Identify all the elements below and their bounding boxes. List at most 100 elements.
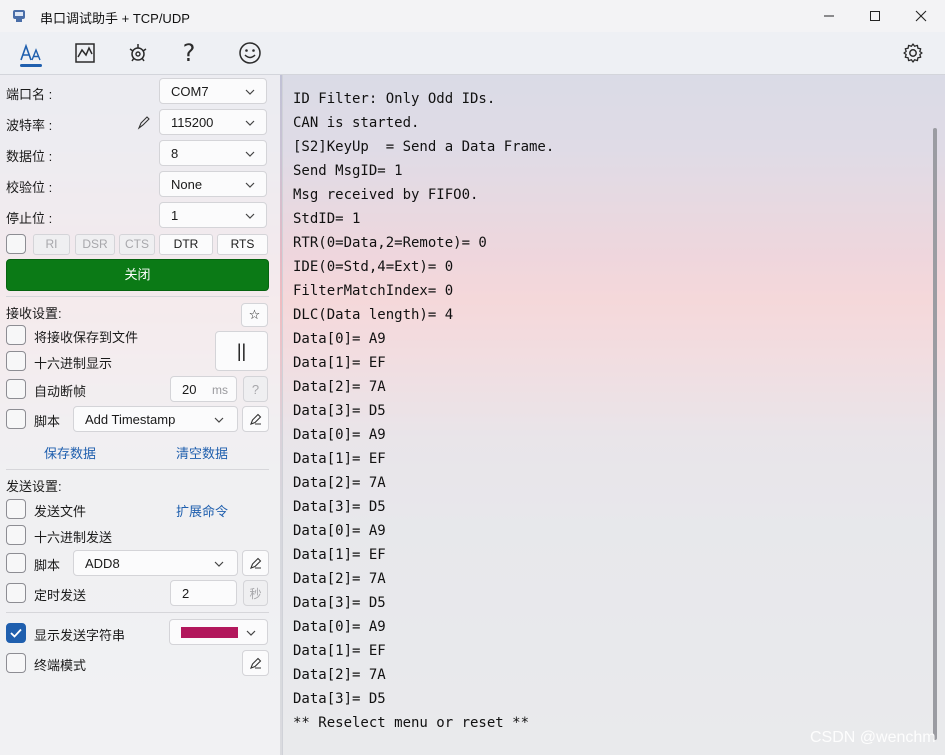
terminal-line: Data[3]= D5 <box>293 403 386 419</box>
send-file-checkbox[interactable] <box>6 499 26 519</box>
settings-button[interactable] <box>898 38 928 68</box>
divider <box>6 612 269 613</box>
network-button[interactable] <box>123 38 153 68</box>
send-script-edit-button[interactable] <box>242 550 269 576</box>
close-icon <box>915 10 927 22</box>
terminal-line: Data[0]= A9 <box>293 331 386 347</box>
terminal-line: Data[1]= EF <box>293 643 386 659</box>
maximize-button[interactable] <box>852 0 898 32</box>
terminal-line: Msg received by FIFO0. <box>293 187 479 203</box>
port-label: 端口名 : <box>6 87 53 102</box>
parity-select[interactable]: None <box>159 171 267 197</box>
terminal-line: Data[3]= D5 <box>293 595 386 611</box>
pin-dsr: DSR <box>75 234 115 255</box>
edit-icon <box>249 557 261 569</box>
close-window-button[interactable] <box>898 0 944 32</box>
save-data-link[interactable]: 保存数据 <box>44 443 96 462</box>
timed-send-label: 定时发送 <box>34 588 87 603</box>
terminal-line: StdID= 1 <box>293 211 361 227</box>
chart-button[interactable] <box>70 38 100 68</box>
pin-rts[interactable]: RTS <box>217 234 268 255</box>
chevron-down-icon <box>245 89 255 95</box>
auto-break-help-button[interactable]: ? <box>243 376 268 402</box>
show-send-string-label: 显示发送字符串 <box>34 628 126 643</box>
send-script-value: ADD8 <box>85 556 120 571</box>
terminal-output[interactable]: ID Filter: Only Odd IDs. CAN is started. [… <box>283 75 945 755</box>
pause-button[interactable]: || <box>215 331 268 371</box>
parity-label: 校验位 : <box>6 180 53 195</box>
chevron-down-icon <box>245 213 255 219</box>
show-send-string-checkbox[interactable] <box>6 623 26 643</box>
chevron-down-icon <box>245 120 255 126</box>
databits-value: 8 <box>171 146 179 161</box>
terminal-line: CAN is started. <box>293 115 420 131</box>
receive-script-checkbox[interactable] <box>6 409 26 429</box>
network-icon <box>129 44 147 62</box>
baud-select[interactable]: 115200 <box>159 109 267 135</box>
window-title: 串口调试助手 + TCP/UDP <box>40 11 190 26</box>
terminal-mode-edit-button[interactable] <box>242 650 269 676</box>
terminal-line: Data[2]= 7A <box>293 667 386 683</box>
hex-display-checkbox[interactable] <box>6 351 26 371</box>
auto-break-input[interactable]: 20 ms <box>170 376 237 402</box>
clear-data-link[interactable]: 清空数据 <box>176 443 228 462</box>
receive-script-select[interactable]: Add Timestamp <box>73 406 238 432</box>
timed-send-input[interactable]: 2 <box>170 580 237 606</box>
send-script-checkbox[interactable] <box>6 553 26 573</box>
terminal-line: RTR(0=Data,2=Remote)= 0 <box>293 235 487 251</box>
send-script-select[interactable]: ADD8 <box>73 550 238 576</box>
help-icon: ? <box>251 381 260 397</box>
watermark: CSDN @wenchm <box>810 729 936 746</box>
terminal-line: Data[0]= A9 <box>293 427 386 443</box>
databits-select[interactable]: 8 <box>159 140 267 166</box>
settings-icon <box>903 43 923 63</box>
receive-script-edit-button[interactable] <box>242 406 269 432</box>
save-to-file-label: 将接收保存到文件 <box>34 330 139 345</box>
extended-commands-link[interactable]: 扩展命令 <box>176 501 228 520</box>
smiley-button[interactable] <box>235 38 265 68</box>
send-settings-header: 发送设置: <box>6 479 62 494</box>
terminal-line: IDE(0=Std,4=Ext)= 0 <box>293 259 454 275</box>
chevron-down-icon <box>245 151 255 157</box>
send-color-select[interactable] <box>169 619 268 645</box>
toolbar: ? <box>0 32 945 75</box>
timed-send-value: 2 <box>182 586 190 601</box>
close-port-button[interactable]: 关闭 <box>6 259 269 291</box>
timed-send-checkbox[interactable] <box>6 583 26 603</box>
auto-break-checkbox[interactable] <box>6 379 26 399</box>
terminal-mode-checkbox[interactable] <box>6 653 26 673</box>
stopbits-value: 1 <box>171 208 179 223</box>
help-icon: ? <box>182 39 196 67</box>
flow-control-checkbox[interactable] <box>6 234 26 254</box>
receive-settings-header: 接收设置: <box>6 306 62 321</box>
terminal-line: Data[2]= 7A <box>293 475 386 491</box>
divider <box>6 296 269 297</box>
terminal-line: Data[2]= 7A <box>293 571 386 587</box>
baud-edit-icon[interactable] <box>136 114 152 130</box>
smiley-icon <box>239 42 261 64</box>
terminal-mode-label: 终端模式 <box>34 658 87 673</box>
stopbits-select[interactable]: 1 <box>159 202 267 228</box>
hex-display-label: 十六进制显示 <box>34 356 113 371</box>
edit-icon <box>249 657 261 669</box>
title-bar: 串口调试助手 + TCP/UDP <box>0 0 945 32</box>
pin-dtr[interactable]: DTR <box>159 234 213 255</box>
auto-break-value: 20 <box>182 382 197 397</box>
receive-script-value: Add Timestamp <box>85 412 176 427</box>
timed-send-unit: 秒 <box>243 580 268 606</box>
terminal-scrollbar[interactable] <box>933 128 937 740</box>
hex-send-checkbox[interactable] <box>6 525 26 545</box>
active-tab-indicator <box>20 64 42 67</box>
save-to-file-checkbox[interactable] <box>6 325 26 345</box>
favorite-button[interactable]: ☆ <box>241 303 268 327</box>
minimize-button[interactable] <box>806 0 852 32</box>
pin-ri: RI <box>33 234 70 255</box>
help-button[interactable]: ? <box>174 38 204 68</box>
font-icon <box>20 43 41 61</box>
checkmark-icon <box>10 628 22 638</box>
terminal-line: Data[1]= EF <box>293 451 386 467</box>
terminal-line: Data[0]= A9 <box>293 619 386 635</box>
port-select[interactable]: COM7 <box>159 78 267 104</box>
pause-icon: || <box>236 340 247 361</box>
minimize-icon <box>824 15 834 17</box>
